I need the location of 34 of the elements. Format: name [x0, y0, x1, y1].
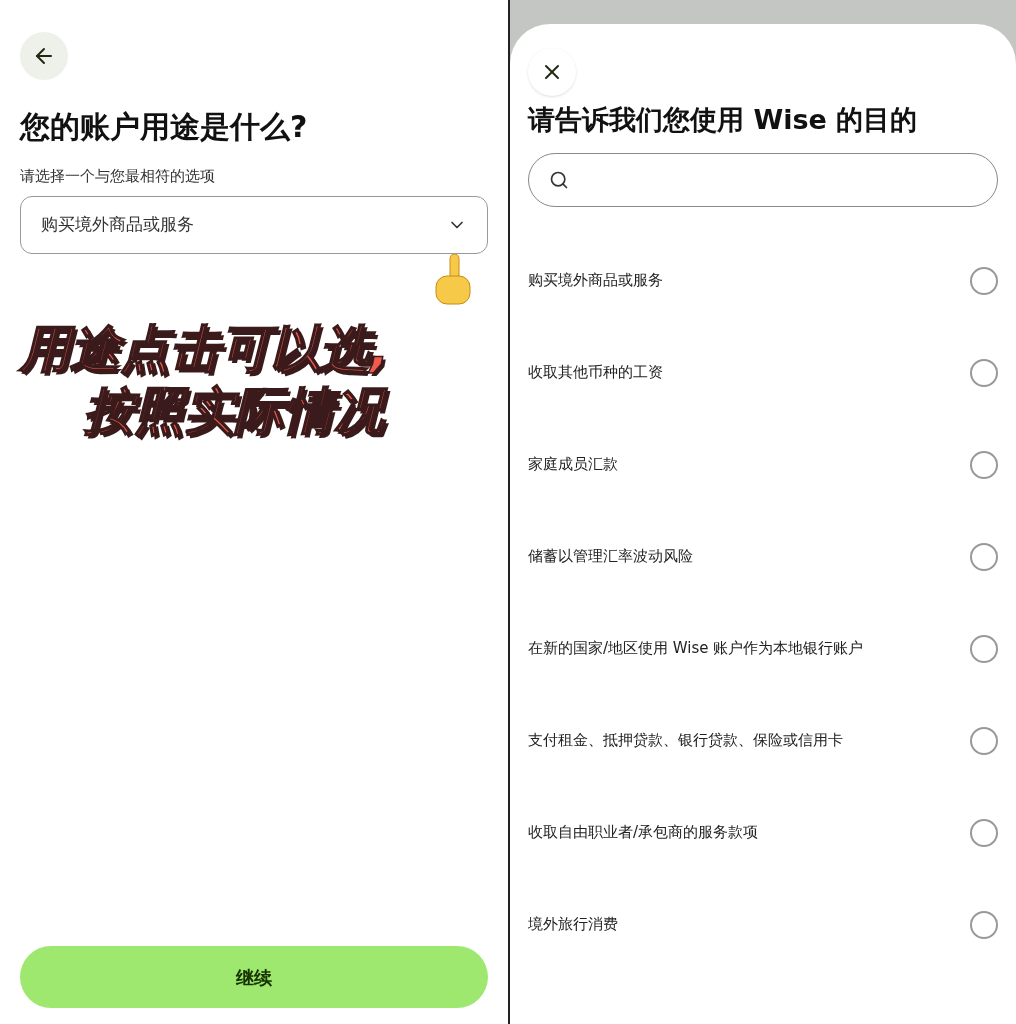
purpose-option[interactable]: 境外旅行消费	[528, 878, 998, 971]
purpose-option[interactable]: 储蓄以管理汇率波动风险	[528, 510, 998, 603]
radio-button[interactable]	[970, 634, 998, 663]
option-label: 在新的国家/地区使用 Wise 账户作为本地银行账户	[528, 638, 864, 660]
radio-button[interactable]	[970, 542, 998, 571]
back-button[interactable]	[20, 32, 68, 80]
continue-button[interactable]: 继续	[20, 946, 488, 1008]
option-label: 购买境外商品或服务	[528, 270, 663, 292]
radio-button[interactable]	[970, 910, 998, 939]
option-label: 支付租金、抵押贷款、银行贷款、保险或信用卡	[528, 730, 843, 752]
radio-button[interactable]	[970, 818, 998, 847]
radio-button[interactable]	[970, 726, 998, 755]
annotation-text: 用途点击可以选,	[20, 318, 389, 380]
option-label: 境外旅行消费	[528, 914, 618, 936]
option-label: 收取自由职业者/承包商的服务款项	[528, 822, 759, 844]
option-label: 家庭成员汇款	[528, 454, 618, 476]
radio-button[interactable]	[970, 266, 998, 295]
purpose-option[interactable]: 支付租金、抵押贷款、银行贷款、保险或信用卡	[528, 694, 998, 787]
page-title: 您的账户用途是什么?	[20, 108, 309, 146]
option-label: 储蓄以管理汇率波动风险	[528, 546, 693, 568]
purpose-option[interactable]: 收取自由职业者/承包商的服务款项	[528, 786, 998, 879]
purpose-option[interactable]: 收取其他币种的工资	[528, 326, 998, 419]
purpose-option[interactable]: 在新的国家/地区使用 Wise 账户作为本地银行账户	[528, 602, 998, 695]
purpose-option[interactable]: 购买境外商品或服务	[528, 234, 998, 327]
option-label: 收取其他币种的工资	[528, 362, 663, 384]
field-label: 请选择一个与您最相符的选项	[20, 166, 216, 187]
purpose-option[interactable]: 家庭成员汇款	[528, 418, 998, 511]
select-value: 购买境外商品或服务	[41, 212, 194, 236]
sheet-title: 请告诉我们您使用 Wise 的目的	[528, 103, 919, 137]
purpose-select[interactable]: 购买境外商品或服务	[20, 195, 488, 254]
radio-button[interactable]	[970, 450, 998, 479]
search-icon	[549, 169, 569, 190]
radio-button[interactable]	[970, 358, 998, 387]
close-button[interactable]	[528, 48, 576, 96]
